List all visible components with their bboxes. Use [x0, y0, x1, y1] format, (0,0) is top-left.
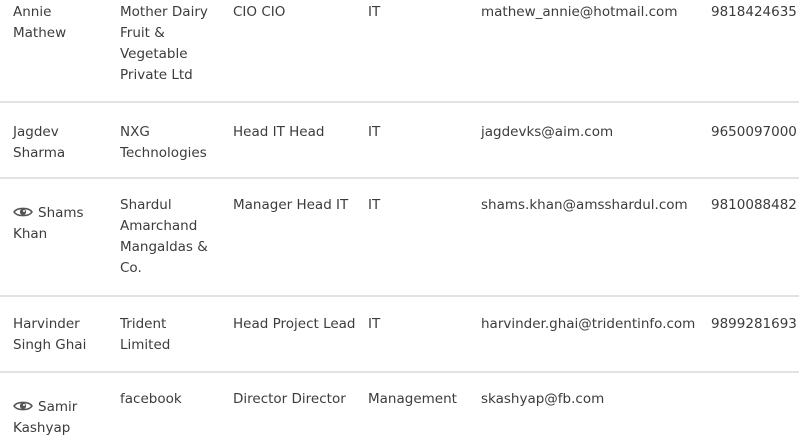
eye-icon[interactable] [13, 206, 33, 218]
contact-designation: Head Project Lead [233, 316, 356, 332]
table-row: Harvinder Singh Ghai Trident Limited Hea… [0, 297, 799, 373]
contact-company: Trident Limited [120, 316, 171, 353]
eye-icon[interactable] [13, 400, 33, 412]
table-row: Annie Mathew Mother Dairy Fruit & Vegeta… [0, 0, 799, 103]
contact-designation: Head IT Head [233, 124, 325, 140]
contact-email: harvinder.ghai@tridentinfo.com [481, 316, 696, 332]
contact-designation: Manager Head IT [233, 197, 349, 213]
contact-name-text: Annie Mathew [13, 4, 67, 41]
contact-name: Samir Kashyap [13, 397, 103, 439]
contact-department: IT [368, 197, 381, 213]
contact-name: Shams Khan [13, 203, 103, 245]
contact-department: IT [368, 124, 381, 140]
contact-name-text: Jagdev Sharma [13, 124, 66, 161]
contact-phone: 9650097000 [711, 124, 797, 140]
contact-phone: 9810088482 [711, 197, 797, 213]
contact-phone: 9818424635 [711, 4, 797, 20]
contact-email: mathew_annie@hotmail.com [481, 4, 678, 20]
contact-name: Jagdev Sharma [13, 122, 103, 164]
contact-name: Annie Mathew [13, 2, 103, 44]
table-row: Shams Khan Shardul Amarchand Mangaldas &… [0, 179, 799, 297]
table-row: Jagdev Sharma NXG Technologies Head IT H… [0, 103, 799, 179]
contact-email: shams.khan@amsshardul.com [481, 197, 688, 213]
contact-designation: CIO CIO [233, 4, 286, 20]
contact-department: IT [368, 316, 381, 332]
contact-company: facebook [120, 391, 182, 407]
contact-name-text: Harvinder Singh Ghai [13, 316, 87, 353]
contact-designation: Director Director [233, 391, 346, 407]
contact-department: Management [368, 391, 457, 407]
contact-department: IT [368, 4, 381, 20]
contact-company: Shardul Amarchand Mangaldas & Co. [120, 197, 208, 276]
contact-email: jagdevks@aim.com [481, 124, 614, 140]
table-row: Samir Kashyap facebook Director Director… [0, 373, 799, 444]
contact-company: Mother Dairy Fruit & Vegetable Private L… [120, 4, 208, 83]
contact-name: Harvinder Singh Ghai [13, 314, 103, 356]
contact-company: NXG Technologies [120, 124, 207, 161]
contacts-table: Annie Mathew Mother Dairy Fruit & Vegeta… [0, 0, 799, 444]
contact-phone: 9899281693 [711, 316, 797, 332]
contact-email: skashyap@fb.com [481, 391, 605, 407]
